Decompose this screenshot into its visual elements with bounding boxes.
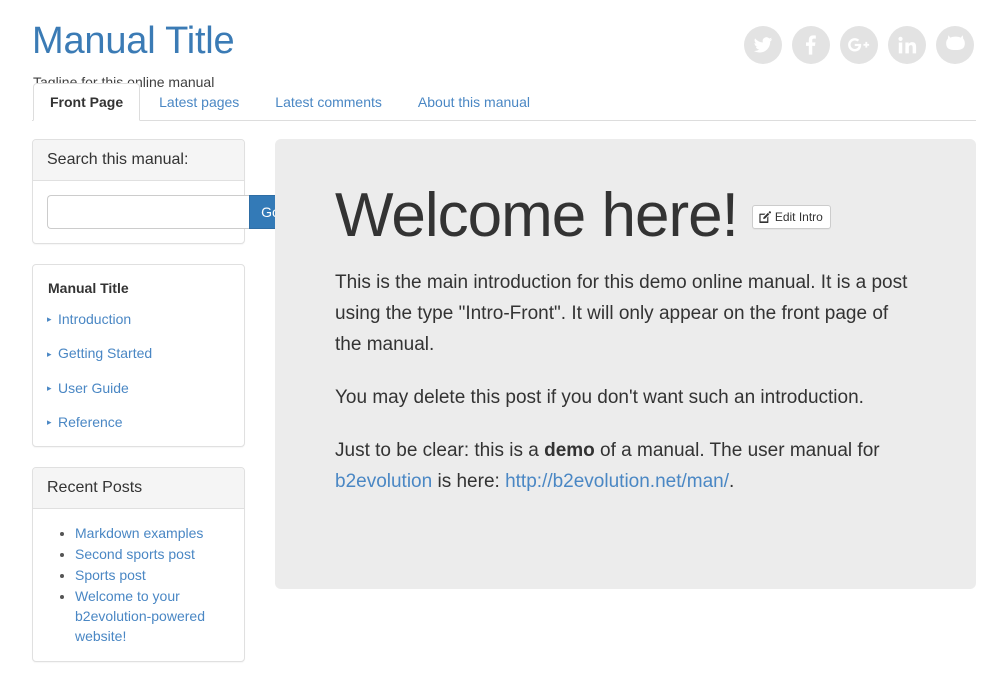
- chevron-right-icon: ▸: [47, 348, 52, 359]
- recent-post-link-sports-post[interactable]: Sports post: [75, 567, 146, 583]
- recent-posts-body: Markdown examples Second sports post Spo…: [33, 509, 244, 661]
- social-link-github[interactable]: [936, 26, 974, 64]
- chapter-link-introduction[interactable]: Introduction: [58, 311, 131, 327]
- chevron-right-icon: ▸: [47, 314, 52, 325]
- search-form: Go: [47, 195, 292, 229]
- list-item[interactable]: Sports post: [75, 565, 230, 585]
- main-content: Welcome here! Edit Intro This is the mai…: [245, 139, 976, 589]
- search-input[interactable]: [47, 195, 249, 229]
- chapter-link-getting-started[interactable]: Getting Started: [58, 345, 152, 361]
- recent-post-link-welcome[interactable]: Welcome to your b2evolution-powered webs…: [75, 588, 205, 644]
- manual-url-link[interactable]: http://b2evolution.net/man/: [505, 471, 729, 492]
- intro-paragraph-3: Just to be clear: this is a demo of a ma…: [335, 435, 914, 497]
- chevron-right-icon: ▸: [47, 417, 52, 428]
- chapter-item-user-guide[interactable]: ▸ User Guide: [47, 379, 230, 398]
- manual-nav-body: Manual Title ▸ Introduction ▸ Getting Star…: [33, 265, 244, 446]
- chapter-item-introduction[interactable]: ▸ Introduction: [47, 310, 230, 329]
- intro-post-body: This is the main introduction for this d…: [335, 267, 914, 497]
- list-item[interactable]: Second sports post: [75, 544, 230, 564]
- tab-front-page[interactable]: Front Page: [33, 82, 141, 121]
- search-widget-heading: Search this manual:: [33, 140, 244, 181]
- site-header: Manual Title Tagline for this online man…: [0, 0, 1006, 90]
- edit-intro-button[interactable]: Edit Intro: [751, 205, 831, 229]
- intro-p3-text-d: .: [729, 471, 735, 492]
- intro-p3-text-b: of a manual. The user manual for: [594, 440, 880, 461]
- intro-p3-emphasis: demo: [544, 440, 595, 461]
- recent-posts-heading: Recent Posts: [33, 468, 244, 510]
- chapter-list: ▸ Introduction ▸ Getting Started ▸ User Gui…: [47, 310, 230, 432]
- tab-about-this-manual-link[interactable]: About this manual: [401, 83, 547, 121]
- intro-p3-text-c: is here:: [432, 471, 506, 492]
- pencil-edit-icon: [759, 211, 771, 223]
- sidebar: Search this manual: Go Manual Title ▸ Int…: [32, 139, 292, 682]
- chapter-item-getting-started[interactable]: ▸ Getting Started: [47, 344, 230, 363]
- recent-post-link-second-sports-post[interactable]: Second sports post: [75, 546, 195, 562]
- manual-nav-widget: Manual Title ▸ Introduction ▸ Getting Star…: [32, 264, 245, 448]
- recent-post-link-markdown-examples[interactable]: Markdown examples: [75, 525, 203, 541]
- b2evolution-link[interactable]: b2evolution: [335, 471, 432, 492]
- chapter-link-reference[interactable]: Reference: [58, 414, 123, 430]
- twitter-icon: [753, 35, 773, 55]
- list-item[interactable]: Welcome to your b2evolution-powered webs…: [75, 586, 230, 646]
- chapter-link-user-guide[interactable]: User Guide: [58, 380, 129, 396]
- search-widget-body: Go: [33, 181, 292, 243]
- intro-post-card: Welcome here! Edit Intro This is the mai…: [275, 139, 976, 589]
- social-link-google-plus[interactable]: [840, 26, 878, 64]
- intro-paragraph-2: You may delete this post if you don't wa…: [335, 387, 864, 408]
- page-root: Manual Title Tagline for this online man…: [0, 0, 1006, 664]
- manual-nav-title: Manual Title: [48, 280, 129, 296]
- chevron-right-icon: ▸: [47, 382, 52, 393]
- intro-title-row: Welcome here! Edit Intro: [335, 181, 914, 251]
- social-links: [744, 26, 974, 64]
- intro-paragraph-1: This is the main introduction for this d…: [335, 272, 908, 355]
- tab-latest-pages-link[interactable]: Latest pages: [142, 83, 256, 121]
- google-plus-icon: [848, 35, 870, 55]
- linkedin-icon: [897, 36, 917, 55]
- tab-latest-comments-link[interactable]: Latest comments: [258, 83, 399, 121]
- social-link-facebook[interactable]: [792, 26, 830, 64]
- list-item[interactable]: Markdown examples: [75, 523, 230, 543]
- search-widget: Search this manual: Go: [32, 139, 292, 244]
- tab-about-this-manual[interactable]: About this manual: [401, 82, 547, 120]
- edit-intro-button-label: Edit Intro: [774, 210, 823, 224]
- facebook-icon: [801, 35, 821, 55]
- intro-p3-text-a: Just to be clear: this is a: [335, 440, 545, 461]
- chapter-item-reference[interactable]: ▸ Reference: [47, 413, 230, 432]
- recent-posts-widget: Recent Posts Markdown examples Second sp…: [32, 467, 245, 663]
- tab-front-page-link[interactable]: Front Page: [33, 83, 141, 121]
- github-icon: [945, 35, 966, 55]
- tab-latest-pages[interactable]: Latest pages: [142, 82, 256, 120]
- social-link-linkedin[interactable]: [888, 26, 926, 64]
- page-layout: Search this manual: Go Manual Title ▸ Int…: [0, 121, 1006, 682]
- recent-posts-list: Markdown examples Second sports post Spo…: [47, 523, 230, 646]
- page-title: Welcome here!: [335, 181, 739, 250]
- tab-latest-comments[interactable]: Latest comments: [258, 82, 399, 120]
- social-link-twitter[interactable]: [744, 26, 782, 64]
